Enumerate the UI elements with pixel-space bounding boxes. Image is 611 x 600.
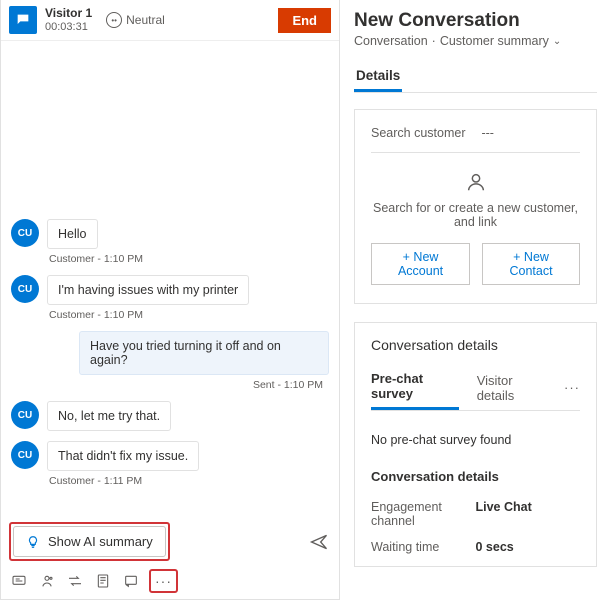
knowledge-icon[interactable]: [123, 573, 139, 589]
conversation-subtabs: Pre-chat survey Visitor details ···: [371, 365, 580, 411]
breadcrumb: Conversation · Customer summary ⌄: [354, 34, 597, 48]
message-bubble: No, let me try that.: [47, 401, 171, 431]
message-meta: Customer - 1:10 PM: [49, 253, 329, 265]
customer-avatar: CU: [11, 441, 39, 469]
detail-value: 0 secs: [476, 540, 581, 554]
lightbulb-icon: [26, 535, 40, 549]
person-icon: [465, 171, 487, 193]
send-icon[interactable]: [309, 532, 329, 552]
page-title: New Conversation: [354, 10, 597, 32]
message-meta: Customer - 1:11 PM: [49, 475, 329, 487]
detail-key: Engagement channel: [371, 500, 476, 528]
more-actions-icon[interactable]: ···: [155, 573, 172, 589]
transfer-icon[interactable]: [67, 573, 83, 589]
message-row: Have you tried turning it off and on aga…: [11, 331, 329, 375]
message-bubble: Hello: [47, 219, 98, 249]
new-account-button[interactable]: + New Account: [371, 243, 470, 285]
chat-body: CU Hello Customer - 1:10 PM CU I'm havin…: [1, 41, 339, 516]
message-meta: Sent - 1:10 PM: [11, 379, 323, 391]
visitor-info: Visitor 1 00:03:31: [45, 6, 92, 34]
tab-details[interactable]: Details: [354, 62, 402, 92]
message-bubble: Have you tried turning it off and on aga…: [79, 331, 329, 375]
new-contact-button[interactable]: + New Contact: [482, 243, 580, 285]
customer-avatar: CU: [11, 219, 39, 247]
conversation-details-title: Conversation details: [371, 337, 580, 353]
message-bubble: That didn't fix my issue.: [47, 441, 199, 471]
neutral-face-icon: ••: [106, 12, 122, 28]
detail-row: Engagement channel Live Chat: [371, 494, 580, 534]
subtab-pre-chat-survey[interactable]: Pre-chat survey: [371, 365, 459, 410]
sentiment-label: Neutral: [126, 13, 165, 27]
search-customer-label: Search customer: [371, 126, 465, 140]
more-actions-highlight: ···: [151, 571, 176, 591]
notes-icon[interactable]: [95, 573, 111, 589]
message-row: CU Hello: [11, 219, 329, 249]
message-bubble: I'm having issues with my printer: [47, 275, 249, 305]
chevron-down-icon[interactable]: ⌄: [553, 36, 561, 47]
ai-summary-highlight: Show AI summary: [11, 524, 168, 559]
customer-empty-text: Search for or create a new customer, and…: [371, 201, 580, 229]
detail-key: Waiting time: [371, 540, 476, 554]
customer-buttons: + New Account + New Contact: [371, 243, 580, 285]
conversation-details-card: Conversation details Pre-chat survey Vis…: [354, 322, 597, 567]
quick-replies-icon[interactable]: [11, 573, 27, 589]
message-row: CU I'm having issues with my printer: [11, 275, 329, 305]
customer-avatar: CU: [11, 401, 39, 429]
breadcrumb-item: Conversation: [354, 34, 428, 48]
conversation-details-heading: Conversation details: [371, 469, 580, 484]
tabs: Details: [354, 62, 597, 93]
session-timer: 00:03:31: [45, 21, 92, 34]
chat-header: Visitor 1 00:03:31 •• Neutral End: [1, 0, 339, 41]
message-row: CU No, let me try that.: [11, 401, 329, 431]
action-bar: ···: [1, 565, 339, 599]
ai-summary-label: Show AI summary: [48, 534, 153, 549]
customer-avatar: CU: [11, 275, 39, 303]
consult-icon[interactable]: [39, 573, 55, 589]
message-row: CU That didn't fix my issue.: [11, 441, 329, 471]
search-customer-value: ---: [481, 126, 494, 140]
visitor-name: Visitor 1: [45, 6, 92, 20]
summary-pane: New Conversation Conversation · Customer…: [340, 0, 611, 600]
detail-row: Waiting time 0 secs: [371, 534, 580, 560]
message-meta: Customer - 1:10 PM: [49, 309, 329, 321]
search-customer-row[interactable]: Search customer ---: [371, 126, 580, 153]
no-survey-text: No pre-chat survey found: [371, 433, 580, 447]
chat-app-icon: [9, 6, 37, 34]
subtab-visitor-details[interactable]: Visitor details: [477, 367, 546, 409]
input-area: Show AI summary: [1, 516, 339, 565]
end-button[interactable]: End: [278, 8, 331, 33]
chat-pane: Visitor 1 00:03:31 •• Neutral End CU Hel…: [0, 0, 340, 600]
breadcrumb-item[interactable]: Customer summary: [440, 34, 549, 48]
subtab-more-icon[interactable]: ···: [564, 380, 580, 395]
customer-empty-state: Search for or create a new customer, and…: [371, 171, 580, 229]
sentiment-indicator: •• Neutral: [106, 12, 165, 28]
detail-value: Live Chat: [476, 500, 581, 528]
customer-card: Search customer --- Search for or create…: [354, 109, 597, 304]
show-ai-summary-button[interactable]: Show AI summary: [13, 526, 166, 557]
